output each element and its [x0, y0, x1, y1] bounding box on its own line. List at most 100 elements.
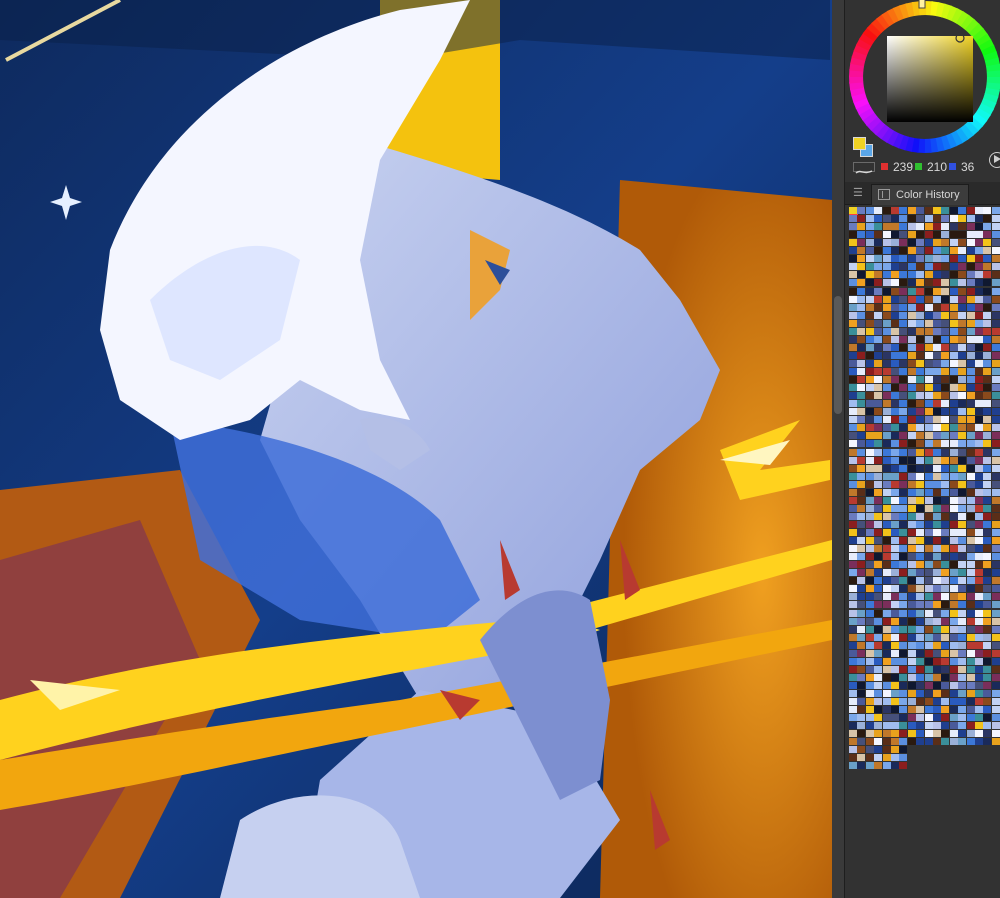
color-swatch[interactable] — [933, 480, 941, 488]
color-swatch[interactable] — [924, 255, 933, 263]
color-swatch[interactable] — [882, 649, 891, 657]
color-swatch[interactable] — [849, 504, 857, 512]
color-swatch[interactable] — [874, 738, 883, 746]
color-swatch[interactable] — [865, 504, 874, 512]
color-swatch[interactable] — [991, 271, 1000, 279]
color-swatch[interactable] — [958, 585, 967, 593]
color-swatch[interactable] — [941, 641, 950, 649]
color-swatch[interactable] — [933, 440, 941, 448]
color-swatch[interactable] — [916, 351, 925, 359]
color-swatch[interactable] — [907, 223, 916, 231]
color-swatch[interactable] — [949, 384, 958, 392]
color-swatch[interactable] — [865, 207, 874, 214]
color-swatch[interactable] — [874, 673, 883, 681]
color-swatch[interactable] — [975, 255, 983, 263]
color-swatch[interactable] — [907, 553, 916, 561]
color-swatch[interactable] — [865, 287, 874, 295]
color-swatch[interactable] — [933, 633, 941, 641]
color-swatch[interactable] — [916, 480, 925, 488]
color-swatch[interactable] — [891, 609, 899, 617]
color-swatch[interactable] — [916, 424, 925, 432]
color-swatch[interactable] — [941, 730, 950, 738]
color-swatch[interactable] — [966, 215, 975, 223]
color-swatch[interactable] — [983, 585, 992, 593]
color-swatch[interactable] — [874, 392, 883, 400]
color-swatch[interactable] — [933, 295, 941, 303]
color-swatch[interactable] — [924, 327, 933, 335]
color-swatch[interactable] — [924, 488, 933, 496]
color-swatch[interactable] — [949, 601, 958, 609]
color-swatch[interactable] — [857, 231, 866, 239]
color-swatch[interactable] — [899, 263, 908, 271]
color-swatch[interactable] — [857, 569, 866, 577]
color-swatch[interactable] — [958, 247, 967, 255]
color-swatch[interactable] — [949, 625, 958, 633]
color-swatch[interactable] — [949, 223, 958, 231]
color-swatch[interactable] — [874, 480, 883, 488]
color-swatch[interactable] — [966, 440, 975, 448]
color-swatch[interactable] — [882, 690, 891, 697]
color-swatch[interactable] — [916, 448, 925, 456]
color-swatch[interactable] — [991, 545, 1000, 553]
color-swatch[interactable] — [891, 319, 899, 327]
color-swatch[interactable] — [849, 416, 857, 424]
color-swatch[interactable] — [966, 553, 975, 561]
color-swatch[interactable] — [983, 215, 992, 223]
color-swatch[interactable] — [899, 762, 908, 770]
color-swatch[interactable] — [899, 480, 908, 488]
color-swatch[interactable] — [899, 649, 908, 657]
color-swatch[interactable] — [916, 368, 925, 375]
color-swatch[interactable] — [882, 368, 891, 375]
color-swatch[interactable] — [849, 673, 857, 681]
color-swatch[interactable] — [949, 690, 958, 697]
color-swatch[interactable] — [891, 223, 899, 231]
color-swatch[interactable] — [949, 673, 958, 681]
color-swatch[interactable] — [933, 690, 941, 697]
color-swatch[interactable] — [849, 617, 857, 625]
color-swatch[interactable] — [949, 207, 958, 214]
color-swatch[interactable] — [882, 746, 891, 754]
color-swatch[interactable] — [857, 480, 866, 488]
color-swatch[interactable] — [907, 529, 916, 536]
color-swatch[interactable] — [949, 319, 958, 327]
color-swatch[interactable] — [891, 368, 899, 375]
color-swatch[interactable] — [849, 633, 857, 641]
color-swatch[interactable] — [975, 359, 983, 367]
color-swatch[interactable] — [849, 762, 857, 770]
color-swatch[interactable] — [941, 359, 950, 367]
color-swatch[interactable] — [949, 529, 958, 536]
color-swatch[interactable] — [941, 657, 950, 665]
color-swatch[interactable] — [933, 223, 941, 231]
color-swatch[interactable] — [958, 601, 967, 609]
color-swatch[interactable] — [924, 287, 933, 295]
color-swatch[interactable] — [991, 311, 1000, 319]
color-swatch[interactable] — [991, 359, 1000, 367]
color-swatch[interactable] — [907, 698, 916, 706]
color-swatch[interactable] — [865, 464, 874, 472]
color-swatch[interactable] — [924, 698, 933, 706]
color-swatch[interactable] — [933, 641, 941, 649]
color-swatch[interactable] — [991, 722, 1000, 730]
color-swatch[interactable] — [966, 690, 975, 697]
color-swatch[interactable] — [857, 504, 866, 512]
color-swatch[interactable] — [983, 239, 992, 247]
color-swatch[interactable] — [857, 665, 866, 673]
color-swatch[interactable] — [975, 722, 983, 730]
color-swatch[interactable] — [907, 311, 916, 319]
color-swatch[interactable] — [874, 746, 883, 754]
color-swatch[interactable] — [958, 231, 967, 239]
color-swatch[interactable] — [958, 633, 967, 641]
color-swatch[interactable] — [891, 673, 899, 681]
color-swatch[interactable] — [857, 649, 866, 657]
color-swatch[interactable] — [975, 223, 983, 231]
color-swatch[interactable] — [958, 392, 967, 400]
color-swatch[interactable] — [882, 537, 891, 545]
color-swatch[interactable] — [958, 730, 967, 738]
color-swatch[interactable] — [966, 392, 975, 400]
color-swatch[interactable] — [899, 641, 908, 649]
color-swatch[interactable] — [874, 545, 883, 553]
color-swatch[interactable] — [849, 496, 857, 504]
color-swatch[interactable] — [907, 456, 916, 464]
color-swatch[interactable] — [991, 207, 1000, 214]
color-swatch[interactable] — [941, 553, 950, 561]
